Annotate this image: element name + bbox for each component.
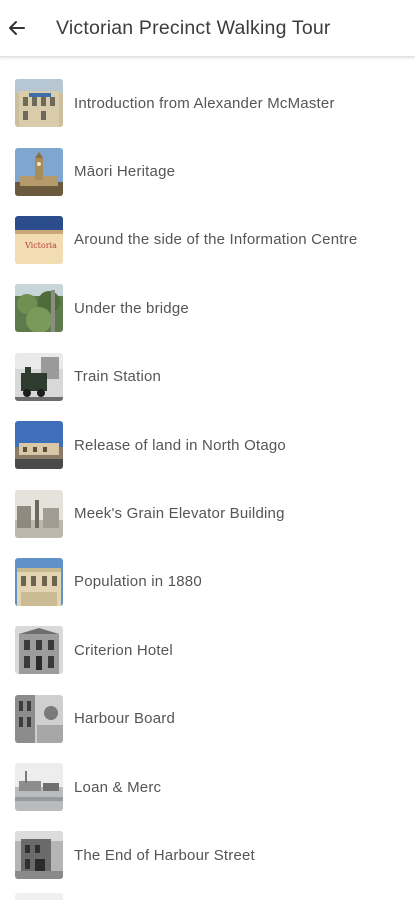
list-item[interactable]: Population in 1880 [0, 548, 415, 616]
list-item-label: Introduction from Alexander McMaster [74, 94, 335, 112]
list-item-label: Meek's Grain Elevator Building [74, 505, 285, 523]
page-title: Victorian Precinct Walking Tour [56, 16, 331, 39]
list-item-label: Criterion Hotel [74, 641, 173, 659]
clocktower-photo-icon [15, 147, 63, 196]
building-photo-icon [15, 79, 63, 128]
list-item[interactable]: Meek's Grain Elevator Building [0, 479, 415, 547]
app-bar: Victorian Precinct Walking Tour [0, 0, 415, 57]
list-item[interactable]: Release of land in North Otago [0, 411, 415, 479]
list-item[interactable]: Criterion Hotel [0, 616, 415, 684]
list-item[interactable]: Victoria Around the side of the Informat… [0, 206, 415, 274]
list-item[interactable]: The End of Harbour Street [0, 821, 415, 889]
stone-building-photo-icon [15, 557, 63, 606]
historic-street-photo-icon [15, 489, 63, 538]
arrow-left-icon [9, 21, 25, 35]
street-photo-icon [15, 421, 63, 470]
list-item[interactable]: Māori Heritage [0, 137, 415, 205]
street-end-photo-icon [15, 831, 63, 880]
list-item-label: Population in 1880 [74, 573, 202, 591]
list-item-label: Release of land in North Otago [74, 436, 286, 454]
list-item[interactable]: Loan & Merc [0, 753, 415, 821]
harbour-board-photo-icon [15, 694, 63, 743]
tour-stop-list: Introduction from Alexander McMaster Māo… [0, 69, 415, 890]
hotel-photo-icon [15, 626, 63, 675]
sign-photo-icon: Victoria [15, 215, 63, 264]
list-item-label: Around the side of the Information Centr… [74, 231, 358, 249]
train-photo-icon [15, 352, 63, 401]
svg-text:Victoria: Victoria [24, 241, 57, 250]
list-item-label: Harbour Board [74, 710, 175, 728]
back-button[interactable] [0, 11, 34, 45]
list-item[interactable]: Introduction from Alexander McMaster [0, 69, 415, 137]
list-item-label: Under the bridge [74, 299, 189, 317]
list-item[interactable]: Harbour Board [0, 685, 415, 753]
list-item[interactable]: Train Station [0, 343, 415, 411]
list-item[interactable]: Under the bridge [0, 274, 415, 342]
list-item-label: Māori Heritage [74, 163, 176, 181]
list-item-label: Loan & Merc [74, 778, 162, 796]
garden-photo-icon [15, 284, 63, 333]
harbour-photo-icon [15, 763, 63, 812]
list-item-thumbnail-partial [15, 893, 63, 900]
list-item-label: Train Station [74, 368, 162, 386]
list-item-label: The End of Harbour Street [74, 846, 255, 864]
